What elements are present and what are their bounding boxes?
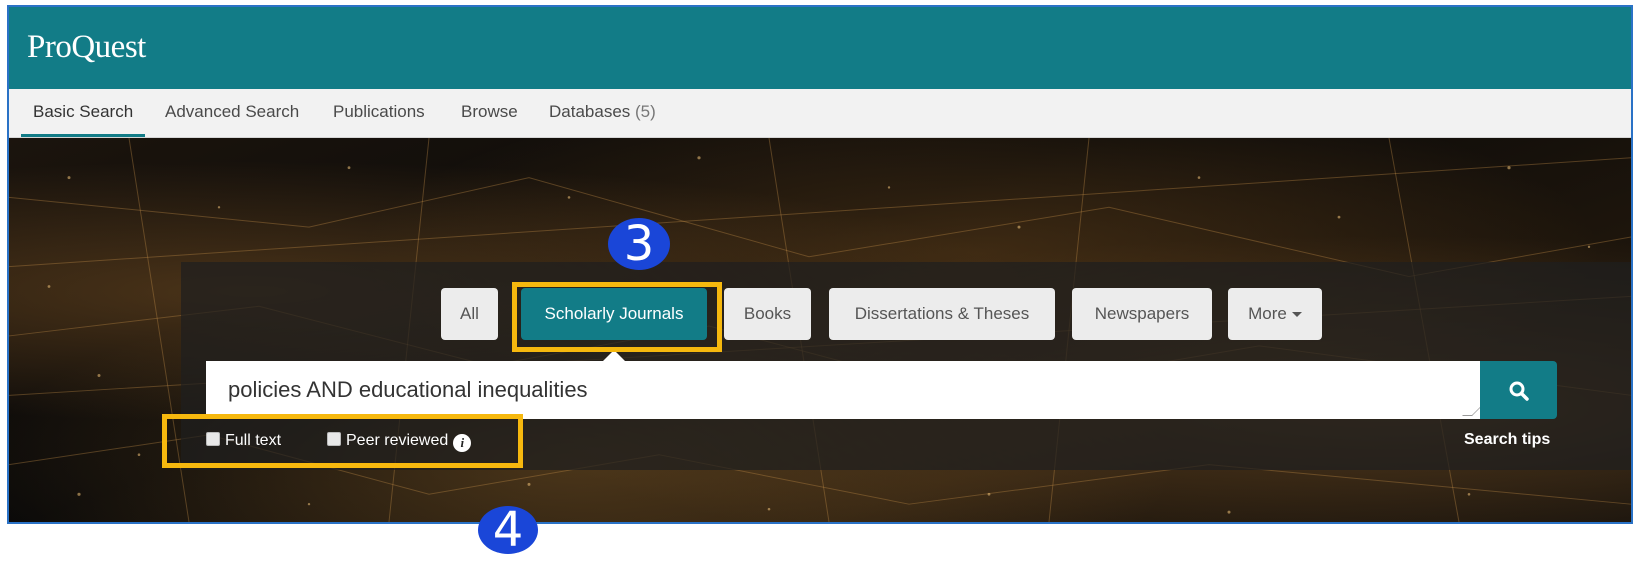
nav-browse[interactable]: Browse xyxy=(449,89,530,137)
tab-all-label: All xyxy=(460,304,479,323)
nav-browse-label: Browse xyxy=(461,102,518,121)
search-input[interactable] xyxy=(206,361,1480,419)
tab-all[interactable]: All xyxy=(441,288,498,340)
nav-publications[interactable]: Publications xyxy=(321,89,437,137)
tab-dissertations-theses-label: Dissertations & Theses xyxy=(854,304,1030,323)
tab-newspapers[interactable]: Newspapers xyxy=(1072,288,1212,340)
nav-basic-search-label: Basic Search xyxy=(33,102,134,121)
main-nav: Basic Search Advanced Search Publication… xyxy=(9,89,1631,138)
tab-books[interactable]: Books xyxy=(724,288,811,340)
proquest-logo[interactable]: ProQuest xyxy=(27,29,146,66)
callout-4: 4 xyxy=(478,506,538,554)
tab-more[interactable]: More xyxy=(1228,288,1322,340)
caret-down-icon xyxy=(1291,312,1302,318)
tab-more-label: More xyxy=(1248,304,1287,323)
nav-databases-label: Databases xyxy=(549,102,631,121)
databases-count: (5) xyxy=(635,102,656,121)
nav-publications-label: Publications xyxy=(333,102,425,121)
callout-3: 3 xyxy=(608,218,670,270)
tab-dissertations-theses[interactable]: Dissertations & Theses xyxy=(829,288,1055,340)
nav-databases[interactable]: Databases (5) xyxy=(537,89,668,137)
nav-advanced-search-label: Advanced Search xyxy=(165,102,300,121)
search-tips-link[interactable]: Search tips xyxy=(1464,431,1550,449)
tab-newspapers-label: Newspapers xyxy=(1094,304,1190,323)
nav-basic-search[interactable]: Basic Search xyxy=(21,89,146,137)
highlight-box-filters xyxy=(162,414,523,468)
highlight-box-scholarly-journals xyxy=(512,282,722,352)
nav-advanced-search[interactable]: Advanced Search xyxy=(153,89,311,137)
header-bar: ProQuest xyxy=(9,7,1631,89)
search-icon xyxy=(1509,381,1529,401)
tab-books-label: Books xyxy=(743,304,792,323)
search-button[interactable] xyxy=(1480,361,1557,419)
